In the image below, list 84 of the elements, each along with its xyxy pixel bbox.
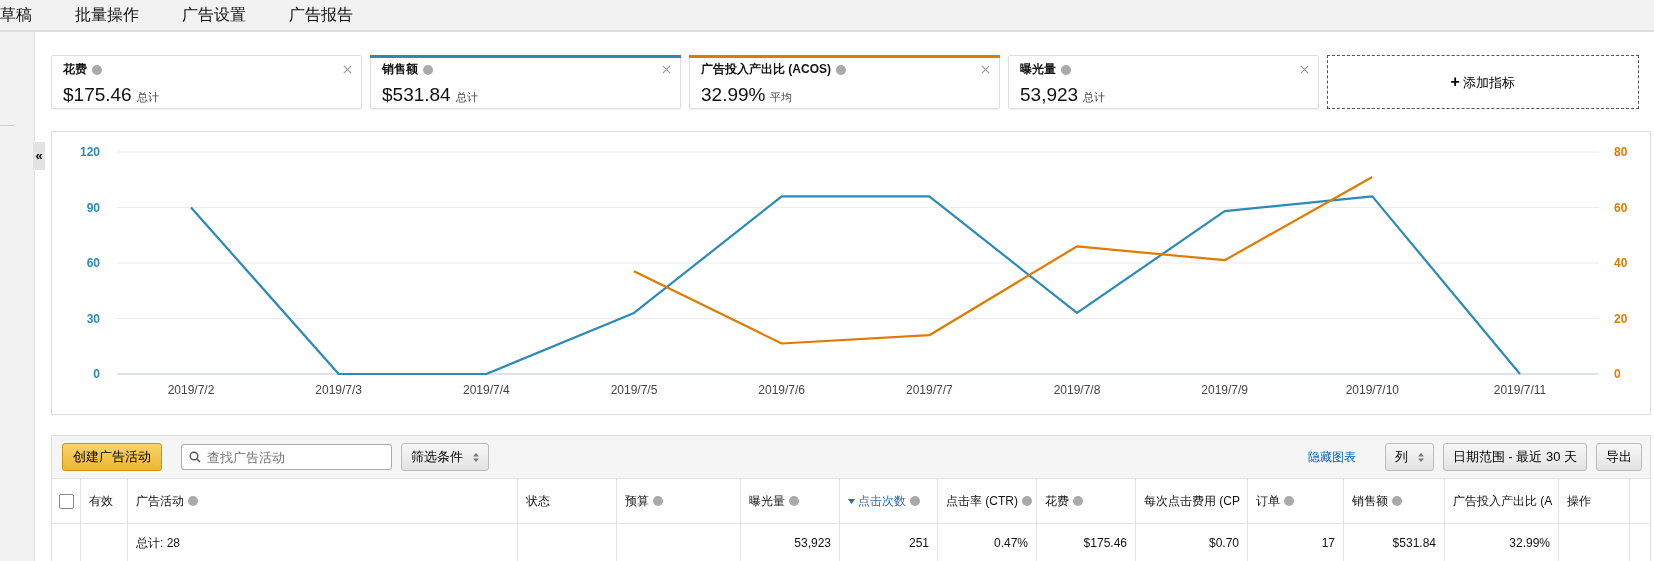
metric-label: 销售额	[382, 61, 418, 78]
close-icon[interactable]	[343, 65, 352, 74]
x-axis-label: 2019/7/7	[905, 383, 953, 397]
table-cell: 251	[908, 536, 929, 550]
table-cell: $531.84	[1392, 536, 1436, 550]
select-all-checkbox[interactable]	[58, 493, 74, 509]
x-axis-label: 2019/7/2	[167, 383, 215, 397]
close-icon[interactable]	[1300, 65, 1309, 74]
sort-down-icon	[848, 498, 855, 504]
x-axis-label: 2019/7/11	[1493, 383, 1547, 397]
x-axis-label: 2019/7/8	[1053, 383, 1101, 397]
metric-card[interactable]: 销售额 $531.84 总计	[370, 55, 681, 109]
column-header[interactable]: 状态	[526, 492, 550, 510]
table-cell: $175.46	[1083, 536, 1127, 550]
info-icon	[423, 64, 433, 75]
metric-label: 广告投入产出比 (ACOS)	[701, 61, 831, 78]
metric-unit: 总计	[136, 90, 159, 105]
search-field[interactable]: 查找广告活动	[181, 444, 392, 470]
columns-dropdown[interactable]: 列	[1384, 443, 1434, 471]
x-axis-label: 2019/7/6	[758, 383, 806, 397]
y-axis-label: 120	[79, 145, 100, 159]
x-axis-label: 2019/7/10	[1345, 383, 1400, 397]
y-axis-label: 30	[86, 311, 100, 326]
metric-value: 32.99%	[701, 84, 766, 106]
export-button[interactable]: 导出	[1596, 443, 1642, 471]
column-header[interactable]: 操作	[1567, 492, 1591, 510]
column-header[interactable]: 订单	[1256, 492, 1280, 510]
nav-tab[interactable]: 广告设置	[182, 4, 246, 26]
metric-value: $175.46	[63, 84, 132, 106]
metric-unit: 总计	[455, 90, 478, 105]
close-icon[interactable]	[981, 65, 990, 74]
metric-value: 53,923	[1020, 84, 1079, 106]
y-axis-label: 0	[1614, 367, 1621, 381]
metric-card[interactable]: 花费 $175.46 总计	[51, 55, 362, 109]
x-axis-label: 2019/7/4	[462, 383, 510, 397]
filter-dropdown[interactable]: 筛选条件	[401, 443, 489, 471]
search-icon	[189, 451, 201, 463]
up-down-arrows-icon	[1417, 453, 1424, 463]
y-axis-label: 60	[1614, 200, 1628, 215]
table-cell: 32.99%	[1509, 536, 1550, 550]
column-header[interactable]: 广告投入产出比 (A	[1453, 492, 1553, 510]
info-icon	[1061, 64, 1071, 75]
column-header[interactable]: 销售额	[1352, 492, 1388, 510]
add-metric-button[interactable]: + 添加指标	[1327, 55, 1639, 109]
nav-tab[interactable]: 批量操作	[75, 4, 139, 26]
column-header[interactable]: 有效	[89, 492, 113, 510]
y-axis-label: 40	[1614, 256, 1628, 270]
x-axis-label: 2019/7/9	[1201, 383, 1249, 397]
metric-label: 曝光量	[1020, 61, 1056, 78]
y-axis-label: 0	[93, 367, 100, 381]
column-header[interactable]: 曝光量	[749, 492, 785, 510]
up-down-arrows-icon	[473, 453, 479, 463]
y-axis-label: 20	[1614, 311, 1628, 326]
metric-card[interactable]: 广告投入产出比 (ACOS) 32.99% 平均	[689, 55, 1000, 109]
column-header[interactable]: 点击率 (CTR)	[946, 492, 1018, 510]
table-cell: 53,923	[794, 536, 831, 550]
table-cell: 总计: 28	[136, 534, 180, 552]
column-header[interactable]: 广告活动	[136, 492, 184, 510]
nav-tab[interactable]: 草稿	[0, 4, 32, 26]
column-header[interactable]: 点击次数	[848, 492, 906, 510]
metric-unit: 总计	[1083, 90, 1106, 105]
x-axis-label: 2019/7/3	[315, 383, 363, 397]
x-axis-label: 2019/7/5	[610, 383, 658, 397]
collapse-button[interactable]: «	[33, 142, 45, 170]
table-cell: 0.47%	[993, 536, 1028, 550]
metric-label: 花费	[63, 61, 87, 78]
info-icon	[92, 64, 102, 75]
nav-tab[interactable]: 广告报告	[289, 4, 353, 26]
y-axis-label: 60	[86, 256, 100, 270]
y-axis-label: 90	[86, 200, 100, 215]
column-header[interactable]: 花费	[1045, 492, 1069, 510]
metric-value: $531.84	[382, 84, 451, 106]
table-cell: $0.70	[1208, 536, 1239, 550]
column-header[interactable]: 每次点击费用 (CP	[1144, 492, 1240, 510]
y-axis-label: 80	[1614, 145, 1628, 159]
info-icon	[836, 64, 846, 75]
hide-chart-link[interactable]: 隐藏图表	[1307, 448, 1356, 466]
create-campaign-button[interactable]: 创建广告活动	[62, 443, 162, 471]
column-header[interactable]: 预算	[625, 492, 649, 510]
date-range-button[interactable]: 日期范围 - 最近 30 天	[1442, 443, 1587, 471]
table-cell: 17	[1321, 536, 1335, 550]
metric-card[interactable]: 曝光量 53,923 总计	[1008, 55, 1319, 109]
metric-unit: 平均	[770, 90, 793, 105]
close-icon[interactable]	[662, 65, 671, 74]
